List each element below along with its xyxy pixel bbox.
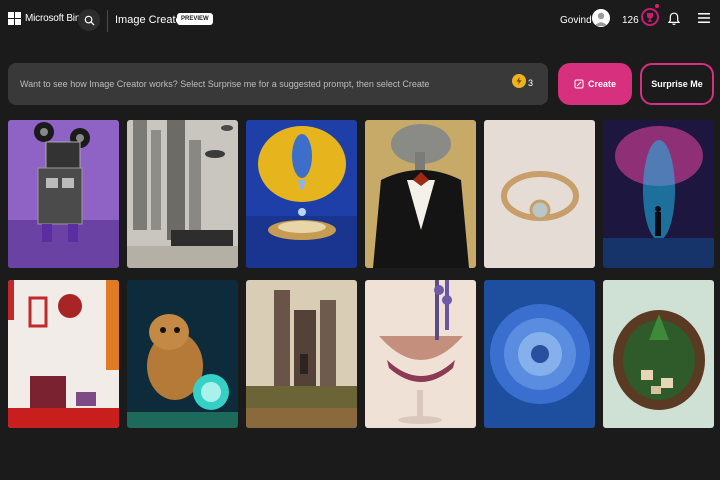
user-name[interactable]: Govind (560, 15, 592, 26)
product-title[interactable]: Image Creator (115, 14, 185, 26)
create-label: Create (587, 79, 616, 89)
create-button[interactable]: Create (558, 63, 632, 105)
boost-count: 3 (528, 78, 534, 88)
user-avatar-icon (594, 12, 608, 26)
search-button[interactable] (78, 9, 100, 31)
prompt-container (8, 63, 548, 105)
brand-name: Microsoft Bing (25, 13, 86, 24)
hamster-image (127, 280, 238, 428)
blue-dahlia-image (484, 280, 595, 428)
header-divider (107, 10, 108, 32)
lightning-icon (516, 77, 522, 85)
nebula-figure-image (603, 120, 714, 268)
bell-icon[interactable] (668, 12, 680, 26)
gallery-image-lemon-drop[interactable] (246, 120, 357, 268)
bing-home-link[interactable]: Microsoft Bing (8, 12, 86, 25)
trophy-icon (647, 12, 653, 22)
gold-ring-image (484, 120, 595, 268)
lavender-cocktail-image (365, 280, 476, 428)
gallery-image-robot[interactable] (8, 120, 119, 268)
reward-points[interactable]: 126 (622, 15, 639, 26)
prompt-input[interactable] (20, 77, 490, 91)
top-bar: Microsoft Bing Image Creator PREVIEW Gov… (0, 0, 720, 44)
gallery-image-blue-dahlia[interactable] (484, 280, 595, 428)
gallery-image-red-room[interactable] (8, 280, 119, 428)
gallery-image-gold-ring[interactable] (484, 120, 595, 268)
elephant-tuxedo-image (365, 120, 476, 268)
rewards-notification-dot (655, 4, 659, 8)
gallery-image-terrarium[interactable] (603, 280, 714, 428)
rewards-icon[interactable] (641, 8, 659, 26)
search-icon (84, 15, 95, 26)
gallery-image-lavender-cocktail[interactable] (365, 280, 476, 428)
gallery-image-hamster[interactable] (127, 280, 238, 428)
gallery-image-elephant-tuxedo[interactable] (365, 120, 476, 268)
gallery-image-castle-ruins[interactable] (246, 280, 357, 428)
gallery-image-nebula-figure[interactable] (603, 120, 714, 268)
red-room-image (8, 280, 119, 428)
microsoft-logo-icon (8, 12, 21, 25)
hamburger-menu-icon[interactable] (698, 13, 710, 23)
gallery-image-ruined-city[interactable] (127, 120, 238, 268)
avatar[interactable] (592, 9, 610, 27)
boost-coin-icon[interactable] (512, 74, 526, 88)
surprise-me-button[interactable]: Surprise Me (640, 63, 714, 105)
terrarium-image (603, 280, 714, 428)
lemon-drop-image (246, 120, 357, 268)
castle-ruins-image (246, 280, 357, 428)
preview-badge: PREVIEW (177, 13, 213, 25)
robot-image (8, 120, 119, 268)
create-brush-icon (574, 79, 584, 89)
ruined-city-image (127, 120, 238, 268)
